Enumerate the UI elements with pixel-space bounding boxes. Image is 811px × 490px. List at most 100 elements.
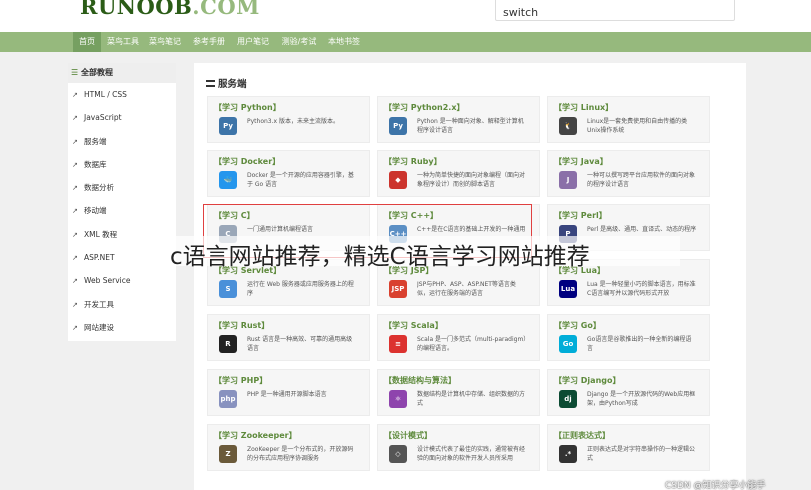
course-card[interactable]: 【学习 Rust】 R Rust 语言是一种高效、可靠的通用高级 语言 (207, 314, 370, 361)
sidebar-item[interactable]: ↗ 数据分析 (68, 176, 176, 199)
sidebar-title: 全部教程 (80, 68, 113, 77)
python-icon: Py (219, 117, 237, 135)
course-card-desc: 数据结构是计算机中存储、组织数据的方 式 (417, 391, 526, 407)
course-card[interactable]: 【学习 Django】 dj Django 是一个开放源代码的Web应用框 架，由P… (547, 369, 710, 416)
sidebar-item[interactable]: ↗ Web Service (68, 269, 176, 292)
course-card-title: 【学习 Perl】 (554, 211, 607, 220)
course-card[interactable]: 【学习 Java】 J 一种可以撰写跨平台应用软件的面向对象 的程序设计语言 (547, 150, 710, 197)
logo-main-text: RUNOOB (80, 0, 193, 19)
section-title: 服务端 (206, 76, 247, 90)
course-card-title: 【学习 Scala】 (384, 321, 443, 330)
external-link-icon: ↗ (72, 323, 78, 332)
external-link-icon: ↗ (72, 300, 78, 309)
sidebar-item[interactable]: ↗ 数据库 (68, 153, 176, 176)
course-card[interactable]: 【学习 PHP】 php PHP 是一种通用开源脚本语言 (207, 369, 370, 416)
java-icon: J (559, 171, 577, 189)
course-card[interactable]: 【数据结构与算法】 ⚛ 数据结构是计算机中存储、组织数据的方 式 (377, 369, 540, 416)
course-card-title: 【学习 Linux】 (554, 103, 614, 112)
course-card-desc: 正则表达式是对字符串操作的一种逻辑公 式 (587, 446, 696, 462)
course-card-title: 【学习 Ruby】 (384, 157, 442, 166)
lua-icon: Lua (559, 280, 577, 298)
list-icon (206, 80, 215, 87)
overlay-caption: c语言网站推荐，精选C语言学习网站推荐 (170, 244, 590, 270)
go-icon: Go (559, 335, 577, 353)
sidebar-item-label: 移动端 (84, 206, 107, 216)
sidebar-item-label: 网站建设 (84, 322, 114, 332)
external-link-icon: ↗ (72, 160, 78, 169)
external-link-icon: ↗ (72, 277, 78, 286)
course-card-desc: Perl 是高级、通用、直译式、动态的程序 (587, 226, 697, 233)
docker-icon: 🐳 (219, 171, 237, 189)
course-card-title: 【设计模式】 (384, 431, 432, 440)
nav-item[interactable]: 参考手册 (189, 32, 229, 52)
course-card-title: 【学习 Java】 (554, 157, 608, 166)
course-card-desc: Linux是一套免费使用和自由传播的类 Unix操作系统 (587, 118, 688, 134)
sidebar-item-label: 开发工具 (84, 299, 114, 309)
django-icon: dj (559, 390, 577, 408)
nav-item[interactable]: 菜鸟工具 (103, 32, 143, 52)
sidebar-item-label: JavaScript (84, 113, 122, 123)
sidebar-header[interactable]: ☰ 全部教程 (68, 63, 176, 83)
course-card[interactable]: 【学习 Python】 Py Python3.x 版本，未来主流版本。 (207, 96, 370, 143)
course-card-desc: ZooKeeper 是一个分布式的，开放源码 的分布式应用程序协调服务 (247, 446, 354, 462)
external-link-icon: ↗ (72, 207, 78, 216)
rust-icon: R (219, 335, 237, 353)
design-pattern-icon: ◇ (389, 445, 407, 463)
sidebar-item-label: 服务端 (84, 136, 107, 146)
course-card[interactable]: 【学习 Zookeeper】 Z ZooKeeper 是一个分布式的，开放源码 的分… (207, 424, 370, 471)
course-card-title: 【学习 Zookeeper】 (214, 431, 297, 440)
sidebar-item-label: 数据库 (84, 159, 107, 169)
sidebar-item-label: HTML / CSS (84, 90, 127, 99)
search-input[interactable] (495, 0, 735, 21)
external-link-icon: ↗ (72, 137, 78, 146)
ruby-icon: ◆ (389, 171, 407, 189)
nav-item[interactable]: 测验/考试 (277, 32, 321, 52)
sidebar-item[interactable]: ↗ 开发工具 (68, 293, 176, 316)
sidebar-item-label: Web Service (84, 276, 131, 286)
course-card-desc: Go语言是谷歌推出的一种全新的编程语 言 (587, 336, 692, 352)
course-card-desc: PHP 是一种通用开源脚本语言 (247, 391, 327, 398)
external-link-icon: ↗ (72, 230, 78, 239)
zookeeper-icon: Z (219, 445, 237, 463)
course-card-desc: Django 是一个开放源代码的Web应用框 架，由Python写成 (587, 391, 696, 407)
course-card[interactable]: 【学习 Ruby】 ◆ 一种为简单快捷的面向对象编程（面向对 象程序设计）而创的脚本… (377, 150, 540, 197)
external-link-icon: ↗ (72, 254, 78, 263)
course-card-title: 【学习 Python】 (214, 103, 281, 112)
nav-item[interactable]: 用户笔记 (232, 32, 274, 52)
nav-item[interactable]: 首页 (73, 32, 101, 52)
section-title-text: 服务端 (218, 79, 247, 90)
course-card-desc: Lua 是一种轻量小巧的脚本语言，用标准 C语言编写并以源代码形式开放 (587, 281, 696, 297)
nav-item[interactable]: 菜鸟笔记 (145, 32, 185, 52)
site-logo[interactable]: RUNOOB.COM (80, 0, 260, 19)
sidebar-item-label: 数据分析 (84, 183, 114, 193)
nav-item[interactable]: 本地书签 (323, 32, 365, 52)
php-icon: php (219, 390, 237, 408)
main-nav: 首页 菜鸟工具 菜鸟笔记 参考手册 用户笔记 测验/考试 本地书签 (0, 32, 811, 52)
sidebar-item[interactable]: ↗ HTML / CSS (68, 83, 176, 106)
sidebar-item[interactable]: ↗ 移动端 (68, 199, 176, 222)
sidebar-item[interactable]: ↗ JavaScript (68, 106, 176, 129)
sidebar-item[interactable]: ↗ 网站建设 (68, 316, 176, 339)
course-card-desc: 设计模式代表了最佳的实践，通常被有经 验的面向对象的软件开发人员所采用 (417, 446, 526, 462)
course-card[interactable]: 【学习 Linux】 🐧 Linux是一套免费使用和自由传播的类 Unix操作系统 (547, 96, 710, 143)
course-card[interactable]: 【正则表达式】 .* 正则表达式是对字符串操作的一种逻辑公 式 (547, 424, 710, 471)
course-card-title: 【学习 Django】 (554, 376, 621, 385)
course-card[interactable]: 【学习 Python2.x】 Py Python 是一种面向对象、解释型计算机 程序… (377, 96, 540, 143)
external-link-icon: ↗ (72, 114, 78, 123)
data-structure-icon: ⚛ (389, 390, 407, 408)
course-card[interactable]: 【学习 Scala】 ≡ Scala 是一门多范式（multi-paradigm） … (377, 314, 540, 361)
course-card-desc: Python 是一种面向对象、解释型计算机 程序设计语言 (417, 118, 524, 134)
sidebar-item[interactable]: ↗ 服务端 (68, 130, 176, 153)
logo-suffix-text: .COM (192, 0, 260, 19)
course-card[interactable]: 【学习 Go】 Go Go语言是谷歌推出的一种全新的编程语 言 (547, 314, 710, 361)
course-card[interactable]: 【学习 Docker】 🐳 Docker 是一个开源的应用容器引擎，基 于 Go 语… (207, 150, 370, 197)
course-card-desc: Scala 是一门多范式（multi-paradigm） 的编程语言。 (417, 336, 530, 352)
site-header: RUNOOB.COM (0, 0, 811, 32)
course-card-title: 【学习 PHP】 (214, 376, 268, 385)
course-card-desc: Rust 语言是一种高效、可靠的通用高级 语言 (247, 336, 353, 352)
course-card-title: 【学习 Go】 (554, 321, 601, 330)
course-card-desc: Docker 是一个开源的应用容器引擎，基 于 Go 语言 (247, 172, 354, 188)
regex-icon: .* (559, 445, 577, 463)
course-card[interactable]: 【设计模式】 ◇ 设计模式代表了最佳的实践，通常被有经 验的面向对象的软件开发人员所… (377, 424, 540, 471)
sidebar: ☰ 全部教程 ↗ HTML / CSS ↗ JavaScript ↗ 服务端 ↗ 数据库 ↗ 数据… (68, 63, 176, 341)
